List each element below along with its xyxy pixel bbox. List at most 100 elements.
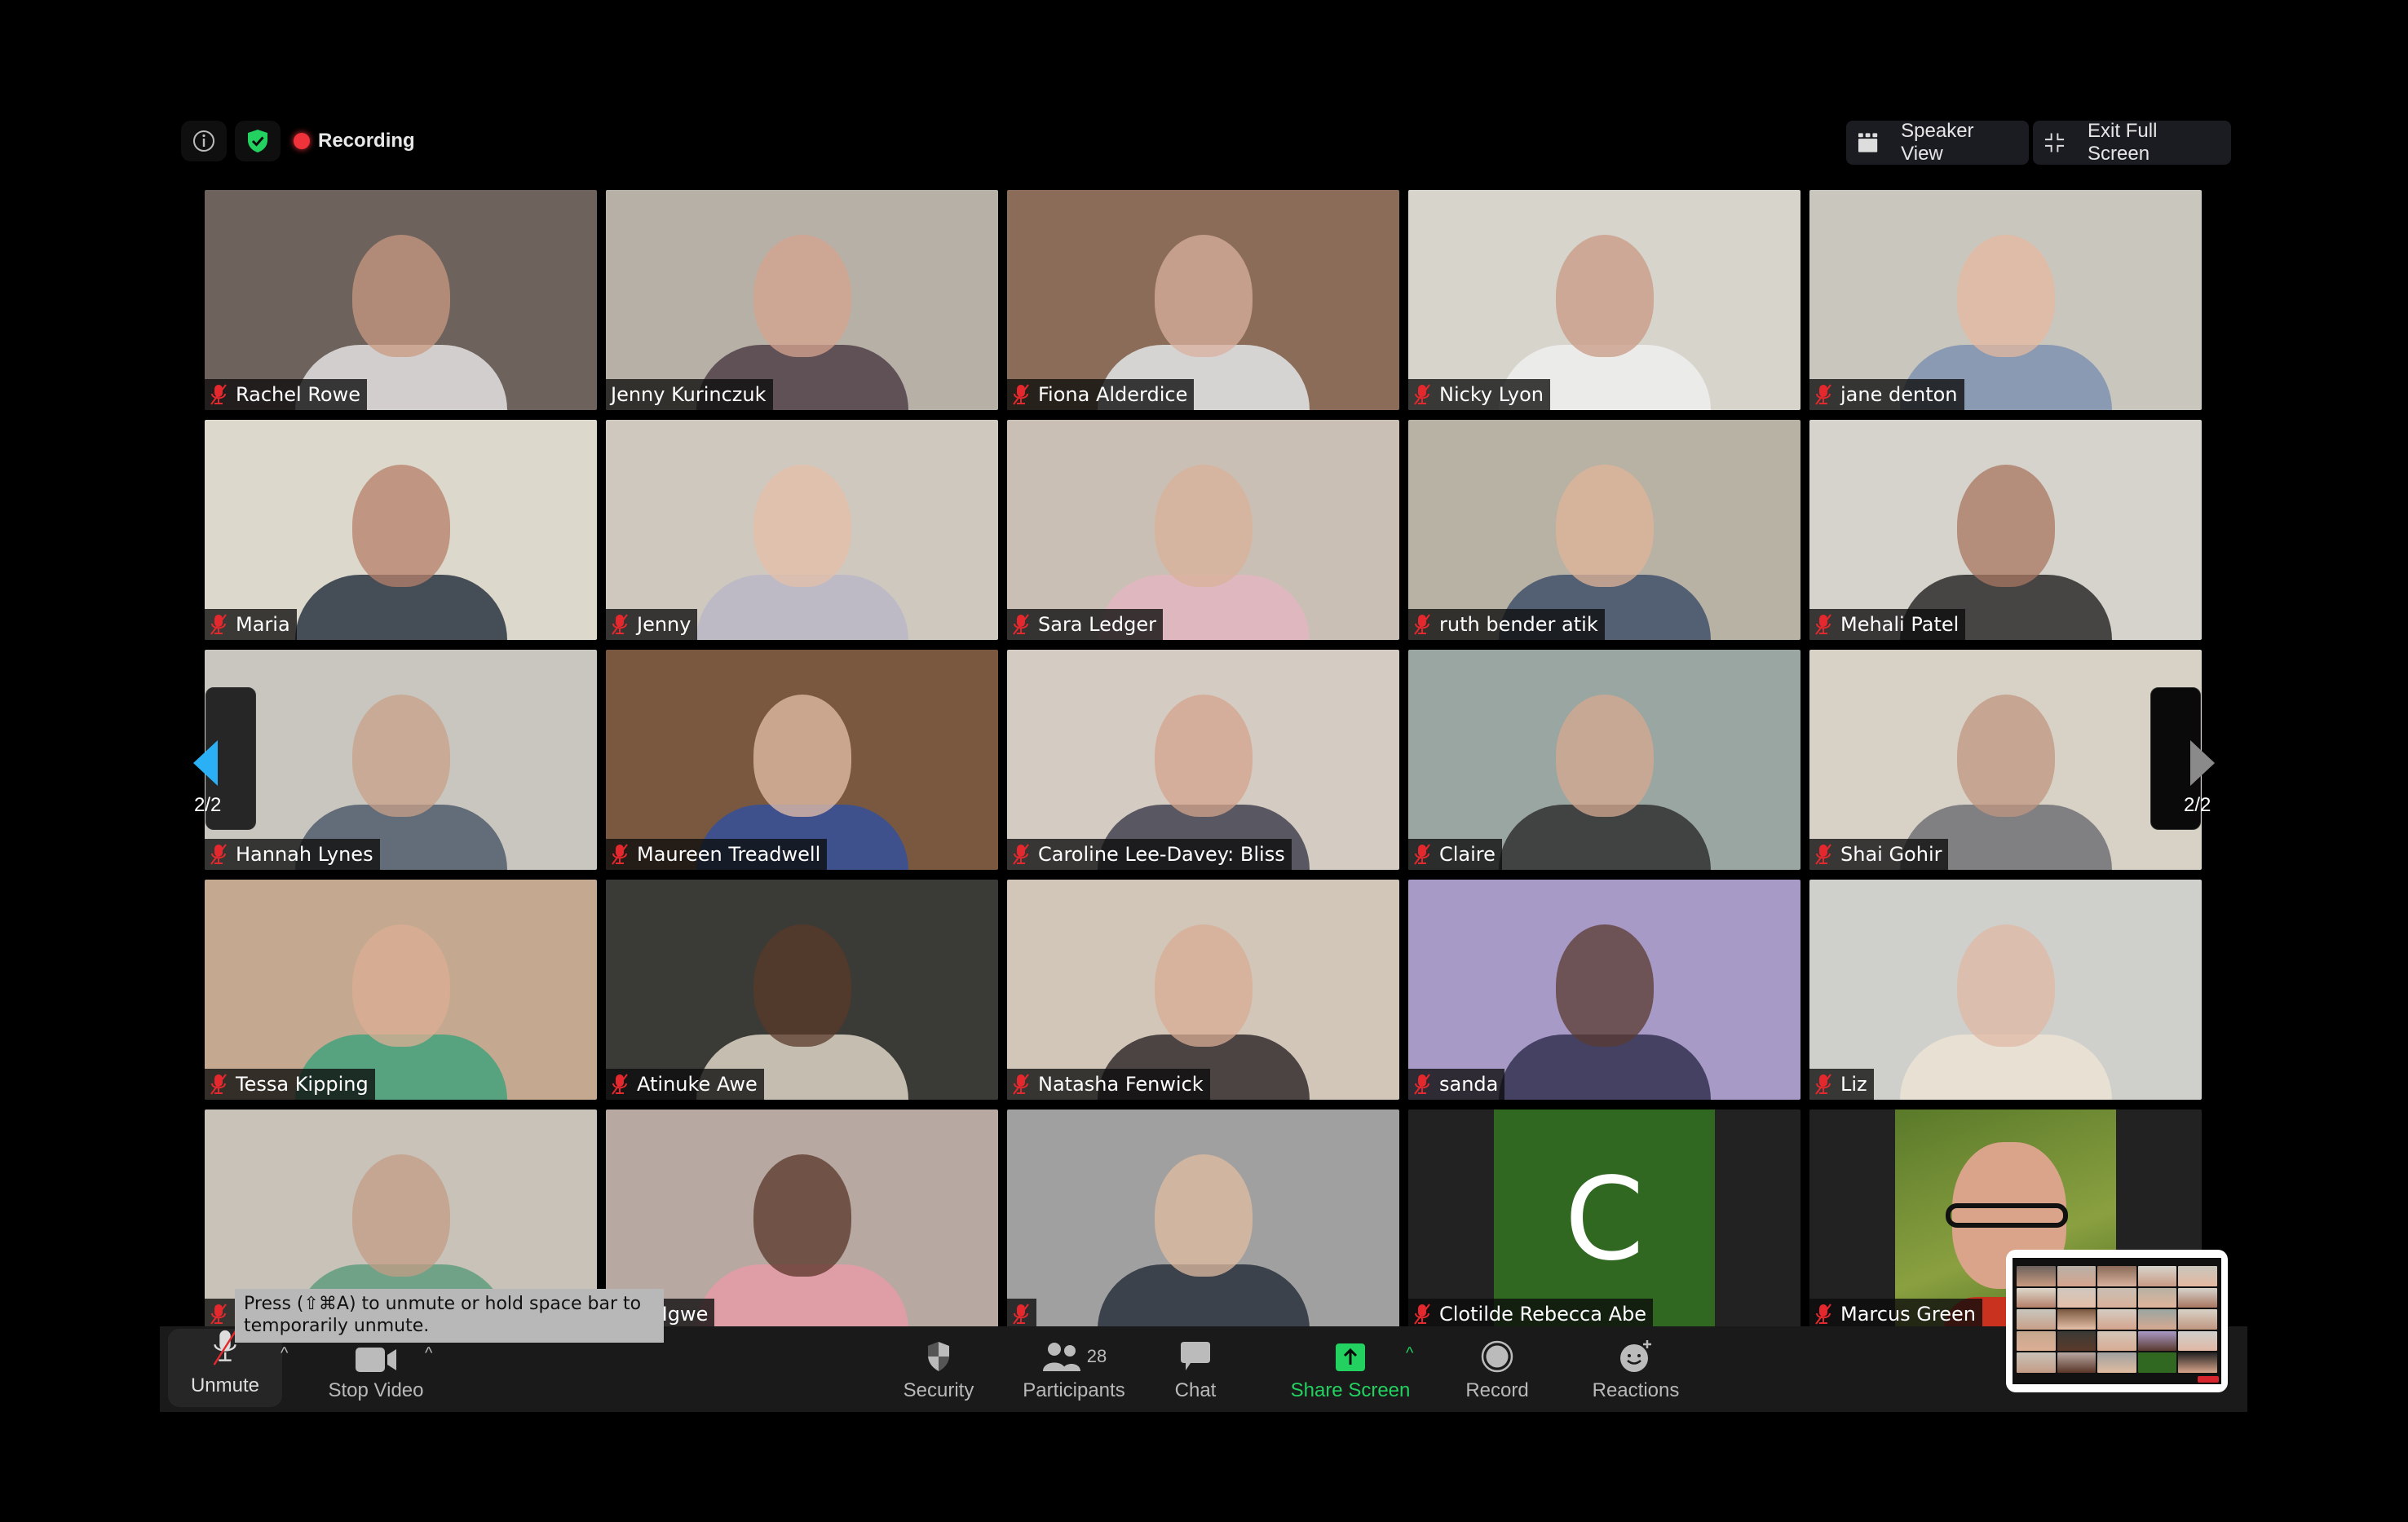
participant-tile[interactable]: Maureen Treadwell <box>606 650 998 870</box>
participant-name-tag: Caroline Lee-Davey: Bliss <box>1007 839 1292 870</box>
participant-name: Marcus Green <box>1840 1303 1976 1326</box>
thumbnail-tile <box>2178 1287 2217 1308</box>
muted-microphone-icon <box>1814 614 1832 635</box>
share-options-caret[interactable]: ^ <box>1406 1344 1413 1363</box>
participant-tile[interactable]: Rachel Rowe <box>205 190 597 410</box>
participant-name-tag: Maureen Treadwell <box>606 839 828 870</box>
thumbnail-preview <box>2013 1258 2221 1384</box>
participant-tile[interactable]: Mehali Patel <box>1809 420 2202 640</box>
participant-tile[interactable]: Hannah Lynes <box>205 650 597 870</box>
share-screen-icon <box>1336 1343 1365 1371</box>
participant-video-face <box>753 234 851 357</box>
participant-tile[interactable]: C Clotilde Rebecca Abe <box>1408 1110 1800 1330</box>
participant-tile[interactable]: Fiona Alderdice <box>1007 190 1399 410</box>
thumbnail-tile <box>2097 1266 2136 1286</box>
participant-name: Rachel Rowe <box>236 383 360 406</box>
participant-name: Mehali Patel <box>1840 613 1960 636</box>
participant-tile[interactable]: Shai Gohir <box>1809 650 2202 870</box>
muted-microphone-icon <box>1413 1074 1431 1095</box>
participant-tile[interactable]: Natasha Fenwick <box>1007 880 1399 1100</box>
muted-microphone-icon <box>611 844 629 865</box>
muted-microphone-icon <box>1814 1304 1832 1325</box>
participant-tile[interactable]: Maria <box>205 420 597 640</box>
participant-name: Clotilde Rebecca Abe <box>1439 1303 1646 1326</box>
participant-video-face <box>1956 234 2055 357</box>
participant-name-tag: Fiona Alderdice <box>1007 379 1195 410</box>
participant-video-face <box>1555 924 1654 1047</box>
thumbnail-tile <box>2057 1309 2097 1330</box>
participant-video-face <box>1555 234 1654 357</box>
arrow-right-icon <box>2190 740 2215 786</box>
muted-microphone-icon <box>1814 384 1832 405</box>
chat-button[interactable]: Chat <box>1155 1326 1236 1412</box>
speaker-view-button[interactable]: Speaker View <box>1846 120 2029 165</box>
chat-label: Chat <box>1174 1379 1217 1401</box>
right-page-count: 2/2 <box>2184 794 2211 816</box>
muted-microphone-icon <box>1413 384 1431 405</box>
meeting-info-button[interactable] <box>181 121 227 161</box>
reactions-button[interactable]: Reactions <box>1579 1326 1693 1412</box>
participant-name-tag: Shai Gohir <box>1809 839 1949 870</box>
participant-video-face <box>351 1154 450 1277</box>
participant-name: Hannah Lynes <box>236 843 373 866</box>
participant-name: Tessa Kipping <box>236 1073 369 1096</box>
exit-full-screen-icon <box>2044 133 2065 152</box>
participant-tile[interactable]: ruth bender atik <box>1408 420 1800 640</box>
participant-name-tag: Marcus Green <box>1809 1299 1982 1330</box>
encryption-button[interactable] <box>235 121 281 161</box>
muted-microphone-icon <box>1413 844 1431 865</box>
record-button[interactable]: Record <box>1448 1326 1546 1412</box>
reactions-smiley-icon <box>1620 1340 1651 1372</box>
muted-microphone-icon <box>611 614 629 635</box>
recording-label: Recording <box>318 130 415 152</box>
participant-tile[interactable]: ndra Igwe <box>606 1110 998 1330</box>
participant-tile[interactable]: Liz <box>1809 880 2202 1100</box>
record-label: Record <box>1465 1379 1529 1401</box>
participant-name: Maureen Treadwell <box>637 843 821 866</box>
participant-name-tag: Tessa Kipping <box>205 1069 375 1100</box>
muted-microphone-icon <box>1413 614 1431 635</box>
participant-name-tag: Rachel Rowe <box>205 379 367 410</box>
participant-tile[interactable] <box>1007 1110 1399 1330</box>
thumbnail-tile <box>2137 1352 2177 1373</box>
participant-tile[interactable]: Caroline Lee-Davey: Bliss <box>1007 650 1399 870</box>
thumbnail-tile <box>2097 1309 2136 1330</box>
security-button[interactable]: Security <box>890 1326 988 1412</box>
video-options-caret[interactable]: ^ <box>425 1344 432 1363</box>
participant-name: Shai Gohir <box>1840 843 1942 866</box>
participant-video-face <box>1154 464 1253 587</box>
participant-name: sanda <box>1439 1073 1499 1096</box>
participant-video-face <box>1956 694 2055 817</box>
share-screen-button[interactable]: Share Screen <box>1285 1326 1416 1412</box>
speaker-view-label: Speaker View <box>1901 120 1974 165</box>
participant-video-face <box>1154 234 1253 357</box>
participant-name-tag: Atinuke Awe <box>606 1069 764 1100</box>
participant-video-face <box>753 1154 851 1277</box>
participant-name: Jenny Kurinczuk <box>611 383 767 406</box>
participant-video-face <box>753 924 851 1047</box>
exit-full-screen-button[interactable]: Exit Full Screen <box>2033 120 2231 165</box>
reactions-label: Reactions <box>1592 1379 1680 1401</box>
participant-tile[interactable]: Jenny <box>606 420 998 640</box>
thumbnail-tile <box>2137 1309 2177 1330</box>
muted-microphone-icon <box>1012 1074 1030 1095</box>
participant-tile[interactable]: Tessa Kipping <box>205 880 597 1100</box>
screen-share-thumbnail[interactable] <box>2006 1250 2228 1392</box>
participant-tile[interactable]: Claire <box>1408 650 1800 870</box>
participant-tile[interactable]: Atinuke Awe <box>606 880 998 1100</box>
participant-tile[interactable]: jane denton <box>1809 190 2202 410</box>
participant-tile[interactable]: Jenny Kurinczuk <box>606 190 998 410</box>
participant-name-tag: Natasha Fenwick <box>1007 1069 1210 1100</box>
chat-bubble-icon <box>1181 1342 1210 1370</box>
participants-button[interactable]: 28 Participants <box>1013 1326 1135 1412</box>
participant-video-face <box>753 464 851 587</box>
participant-tile[interactable]: sanda <box>1408 880 1800 1100</box>
participant-name-tag: Claire <box>1408 839 1502 870</box>
participant-tile[interactable]: Nicky Lyon <box>1408 190 1800 410</box>
speaker-view-icon <box>1858 133 1878 152</box>
participant-tile[interactable]: Sara Ledger <box>1007 420 1399 640</box>
participant-video-face <box>1555 694 1654 817</box>
audio-options-caret[interactable]: ^ <box>281 1344 288 1363</box>
participant-name-tag: Mehali Patel <box>1809 609 1966 640</box>
security-shield-icon <box>928 1342 949 1371</box>
